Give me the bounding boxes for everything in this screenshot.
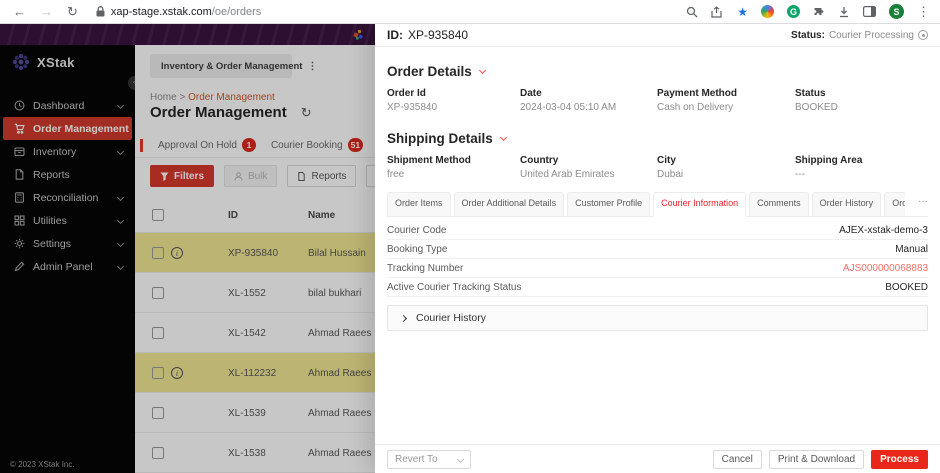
status-label: Status: [791,29,825,41]
section-title-text: Order Details [387,64,472,79]
kv-value: Manual [895,243,928,255]
kv-label: Courier Code [387,224,447,236]
field-label: City [657,155,676,166]
status-info-icon[interactable] [918,30,928,40]
field-value: Cash on Delivery [657,102,734,113]
courier-info-row: Booking Type Manual [387,240,928,259]
courier-info-row: Active Courier Tracking Status BOOKED [387,278,928,297]
kv-label: Active Courier Tracking Status [387,281,522,293]
courier-info-row: Courier Code AJEX-xstak-demo-3 [387,221,928,240]
field-label: Shipment Method [387,155,471,166]
tab-order-items[interactable]: Order Items [387,192,451,216]
field-value: 2024-03-04 05:10 AM [520,102,617,113]
kv-value: AJEX-xstak-demo-3 [839,224,928,236]
screen: ← → ↻ xap-stage.xstak.com/oe/orders ★ G [0,0,940,473]
field-value: United Arab Emirates [520,169,615,180]
cancel-button[interactable]: Cancel [712,449,762,469]
drawer-tab-bar: Order Items Order Additional Details Cus… [387,192,928,217]
shipping-details-fields: Shipment Method free Country United Arab E… [387,155,928,180]
chevron-down-icon [478,66,486,74]
process-button[interactable]: Process [871,449,928,469]
field-value: Dubai [657,169,684,180]
kv-label: Tracking Number [387,262,464,274]
print-download-button[interactable]: Print & Download [768,449,865,469]
url-domain: xap-stage.xstak.com [110,5,212,18]
revert-to-select[interactable]: Revert To [387,449,471,469]
revert-to-label: Revert To [395,453,438,465]
url-path: /oe/orders [211,5,262,18]
chevron-right-icon [399,314,408,322]
courier-history-label: Courier History [416,312,487,324]
field-label: Date [520,88,542,99]
order-id-label: ID: [387,28,403,42]
order-status: Status: Courier Processing [791,30,928,41]
field-label: Payment Method [657,88,738,99]
order-id-value: XP-935840 [408,28,469,42]
tab-order-history[interactable]: Order History [811,192,882,216]
field-label: Shipping Area [795,155,863,166]
field-value: --- [795,169,805,180]
courier-history-collapse[interactable]: Courier History [387,305,928,331]
courier-information-panel: Courier Code AJEX-xstak-demo-3 Booking T… [387,221,928,297]
tab-order-tags[interactable]: Order Tags [884,192,905,216]
courier-info-row: Tracking Number AJS000000068883 [387,259,928,278]
shipping-details-section-title[interactable]: Shipping Details [387,131,507,146]
download-icon[interactable] [838,6,850,18]
field-value: BOOKED [795,102,838,113]
drawer-footer: Revert To Cancel Print & Download Proces… [375,444,940,473]
section-title-text: Shipping Details [387,131,493,146]
order-details-section-title[interactable]: Order Details [387,64,486,79]
status-value: Courier Processing [828,29,914,41]
extensions-puzzle-icon[interactable] [813,6,825,18]
profile-avatar[interactable]: S [889,4,904,19]
field-value: XP-935840 [387,102,438,113]
more-tabs-icon[interactable]: ··· [918,196,928,207]
tracking-number-link[interactable]: AJS000000068883 [843,263,928,274]
grammarly-icon[interactable]: G [787,5,800,18]
field-label: Status [795,88,826,99]
extension-colorful-icon[interactable] [761,5,774,18]
back-icon[interactable]: ← [13,4,26,19]
tab-comments[interactable]: Comments [749,192,809,216]
tab-courier-information[interactable]: Courier Information [653,192,747,217]
tab-order-additional-details[interactable]: Order Additional Details [453,192,565,216]
share-icon[interactable] [711,5,724,18]
bookmark-star-icon[interactable]: ★ [737,5,748,19]
zoom-icon[interactable] [686,6,698,18]
forward-icon[interactable]: → [40,4,53,19]
tab-customer-profile[interactable]: Customer Profile [567,192,651,216]
drawer-header: ID: XP-935840 Status: Courier Processing [375,24,940,47]
field-label: Order Id [387,88,426,99]
kv-value: BOOKED [885,281,928,293]
kv-label: Booking Type [387,243,448,255]
chevron-down-icon [456,455,465,463]
browser-toolbar: ← → ↻ xap-stage.xstak.com/oe/orders ★ G [0,0,940,24]
field-label: Country [520,155,559,166]
reload-icon[interactable]: ↻ [67,4,78,20]
address-bar[interactable]: xap-stage.xstak.com/oe/orders [96,6,261,18]
field-value: free [387,169,405,180]
order-detail-drawer: ID: XP-935840 Status: Courier Processing… [375,24,940,473]
order-details-fields: Order Id XP-935840 Date 2024-03-04 05:10 A… [387,88,928,113]
lock-icon [96,6,105,17]
drawer-backdrop[interactable] [0,24,375,473]
side-panel-icon[interactable] [863,6,876,17]
chevron-down-icon [499,133,507,141]
browser-menu-icon[interactable]: ⋮ [917,4,930,20]
